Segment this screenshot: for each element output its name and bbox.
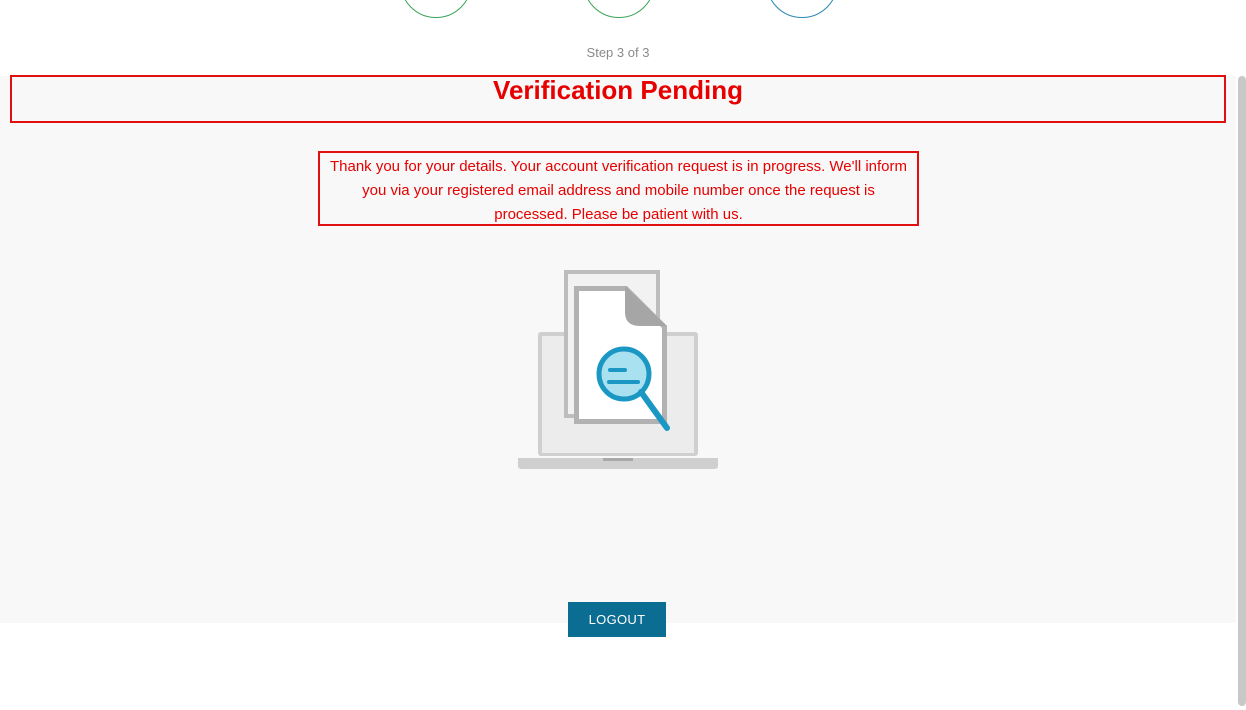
status-message: Thank you for your details. Your account…: [318, 151, 919, 226]
step-1-circle: [400, 0, 472, 18]
scrollbar-thumb[interactable]: [1238, 76, 1246, 706]
progress-stepper: Step 3 of 3: [0, 0, 1246, 76]
logout-button[interactable]: LOGOUT: [568, 602, 666, 637]
step-3-circle: [766, 0, 838, 18]
page-title: Verification Pending: [493, 75, 743, 105]
vertical-scrollbar[interactable]: [1236, 76, 1246, 710]
document-search-laptop-icon: [514, 266, 722, 474]
step-indicator: Step 3 of 3: [586, 45, 650, 60]
step-2-circle: [583, 0, 655, 18]
